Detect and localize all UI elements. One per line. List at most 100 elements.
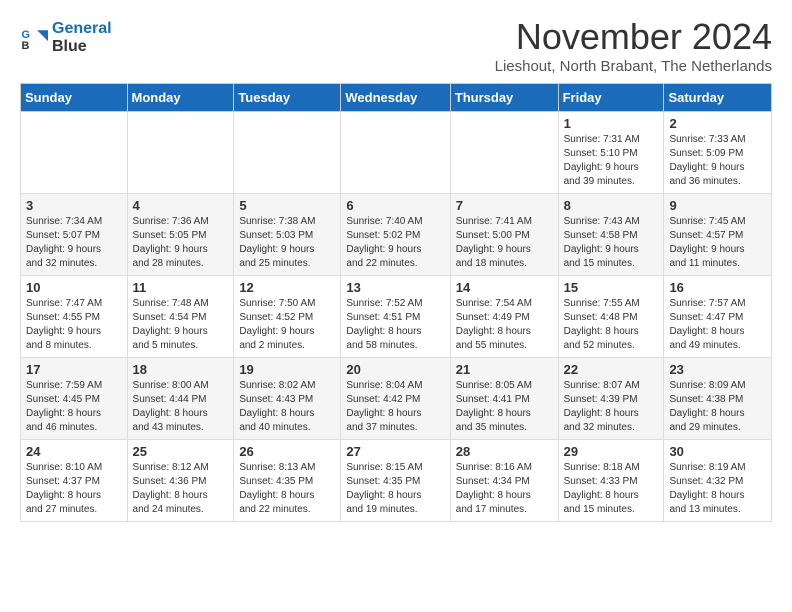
day-number: 27 — [346, 444, 444, 459]
day-number: 28 — [456, 444, 553, 459]
weekday-header-monday: Monday — [127, 84, 234, 112]
day-info: Sunrise: 7:33 AM Sunset: 5:09 PM Dayligh… — [669, 133, 766, 189]
day-number: 12 — [239, 280, 335, 295]
calendar-cell: 20 Sunrise: 8:04 AM Sunset: 4:42 PM Dayli… — [341, 358, 450, 440]
svg-text:B: B — [22, 39, 30, 51]
day-info: Sunrise: 8:05 AM Sunset: 4:41 PM Dayligh… — [456, 379, 553, 435]
day-info: Sunrise: 8:07 AM Sunset: 4:39 PM Dayligh… — [564, 379, 659, 435]
day-info: Sunrise: 8:15 AM Sunset: 4:35 PM Dayligh… — [346, 461, 444, 517]
calendar-cell: 11Sunrise: 7:48 AM Sunset: 4:54 PM Dayli… — [127, 276, 234, 358]
day-number: 8 — [564, 198, 659, 213]
day-info: Sunrise: 8:12 AM Sunset: 4:36 PM Dayligh… — [133, 461, 229, 517]
logo-line1: General — [52, 20, 112, 38]
calendar-cell: 4 Sunrise: 7:36 AM Sunset: 5:05 PM Daylig… — [127, 194, 234, 276]
day-info: Sunrise: 8:00 AM Sunset: 4:44 PM Dayligh… — [133, 379, 229, 435]
calendar-week-row: 17 Sunrise: 7:59 AM Sunset: 4:45 PM Dayli… — [21, 358, 772, 440]
day-number: 21 — [456, 362, 553, 377]
weekday-header-tuesday: Tuesday — [234, 84, 341, 112]
calendar-cell: 15 Sunrise: 7:55 AM Sunset: 4:48 PM Dayli… — [558, 276, 664, 358]
day-info: Sunrise: 7:41 AM Sunset: 5:00 PM Dayligh… — [456, 215, 553, 271]
calendar-cell: 17 Sunrise: 7:59 AM Sunset: 4:45 PM Dayli… — [21, 358, 128, 440]
calendar-cell: 8 Sunrise: 7:43 AM Sunset: 4:58 PM Daylig… — [558, 194, 664, 276]
day-info: Sunrise: 7:54 AM Sunset: 4:49 PM Dayligh… — [456, 297, 553, 353]
day-info: Sunrise: 8:10 AM Sunset: 4:37 PM Dayligh… — [26, 461, 122, 517]
calendar-cell: 22 Sunrise: 8:07 AM Sunset: 4:39 PM Dayli… — [558, 358, 664, 440]
calendar-cell: 21 Sunrise: 8:05 AM Sunset: 4:41 PM Dayli… — [450, 358, 558, 440]
day-number: 5 — [239, 198, 335, 213]
calendar-cell: 27 Sunrise: 8:15 AM Sunset: 4:35 PM Dayli… — [341, 440, 450, 522]
day-number: 19 — [239, 362, 335, 377]
calendar-cell: 7 Sunrise: 7:41 AM Sunset: 5:00 PM Daylig… — [450, 194, 558, 276]
calendar-cell: 14 Sunrise: 7:54 AM Sunset: 4:49 PM Dayli… — [450, 276, 558, 358]
calendar-cell: 13Sunrise: 7:52 AM Sunset: 4:51 PM Dayli… — [341, 276, 450, 358]
weekday-header-thursday: Thursday — [450, 84, 558, 112]
logo: G B General Blue — [20, 20, 112, 55]
day-info: Sunrise: 7:59 AM Sunset: 4:45 PM Dayligh… — [26, 379, 122, 435]
day-number: 18 — [133, 362, 229, 377]
calendar-cell: 23Sunrise: 8:09 AM Sunset: 4:38 PM Dayli… — [664, 358, 772, 440]
day-info: Sunrise: 7:36 AM Sunset: 5:05 PM Dayligh… — [133, 215, 229, 271]
weekday-header-wednesday: Wednesday — [341, 84, 450, 112]
day-number: 25 — [133, 444, 229, 459]
day-info: Sunrise: 7:47 AM Sunset: 4:55 PM Dayligh… — [26, 297, 122, 353]
day-info: Sunrise: 8:09 AM Sunset: 4:38 PM Dayligh… — [669, 379, 766, 435]
calendar-cell: 6 Sunrise: 7:40 AM Sunset: 5:02 PM Daylig… — [341, 194, 450, 276]
day-info: Sunrise: 7:57 AM Sunset: 4:47 PM Dayligh… — [669, 297, 766, 353]
day-number: 3 — [26, 198, 122, 213]
day-number: 2 — [669, 116, 766, 131]
calendar-cell — [341, 112, 450, 194]
weekday-header-row: SundayMondayTuesdayWednesdayThursdayFrid… — [21, 84, 772, 112]
day-info: Sunrise: 8:16 AM Sunset: 4:34 PM Dayligh… — [456, 461, 553, 517]
calendar-week-row: 1Sunrise: 7:31 AM Sunset: 5:10 PM Daylig… — [21, 112, 772, 194]
day-number: 11 — [133, 280, 229, 295]
day-number: 7 — [456, 198, 553, 213]
calendar-week-row: 24 Sunrise: 8:10 AM Sunset: 4:37 PM Dayli… — [21, 440, 772, 522]
calendar-week-row: 10Sunrise: 7:47 AM Sunset: 4:55 PM Dayli… — [21, 276, 772, 358]
day-info: Sunrise: 7:43 AM Sunset: 4:58 PM Dayligh… — [564, 215, 659, 271]
day-info: Sunrise: 7:55 AM Sunset: 4:48 PM Dayligh… — [564, 297, 659, 353]
location-subtitle: Lieshout, North Brabant, The Netherlands — [495, 58, 772, 75]
month-title: November 2024 — [495, 16, 772, 58]
calendar-cell: 16Sunrise: 7:57 AM Sunset: 4:47 PM Dayli… — [664, 276, 772, 358]
calendar-cell: 28 Sunrise: 8:16 AM Sunset: 4:34 PM Dayli… — [450, 440, 558, 522]
day-info: Sunrise: 7:38 AM Sunset: 5:03 PM Dayligh… — [239, 215, 335, 271]
calendar-cell: 19Sunrise: 8:02 AM Sunset: 4:43 PM Dayli… — [234, 358, 341, 440]
day-number: 22 — [564, 362, 659, 377]
calendar-cell: 1Sunrise: 7:31 AM Sunset: 5:10 PM Daylig… — [558, 112, 664, 194]
day-number: 13 — [346, 280, 444, 295]
day-number: 20 — [346, 362, 444, 377]
weekday-header-friday: Friday — [558, 84, 664, 112]
day-number: 4 — [133, 198, 229, 213]
day-number: 1 — [564, 116, 659, 131]
title-area: November 2024 Lieshout, North Brabant, T… — [495, 16, 772, 75]
calendar-table: SundayMondayTuesdayWednesdayThursdayFrid… — [20, 83, 772, 522]
day-info: Sunrise: 8:13 AM Sunset: 4:35 PM Dayligh… — [239, 461, 335, 517]
day-number: 15 — [564, 280, 659, 295]
day-number: 26 — [239, 444, 335, 459]
calendar-cell: 18 Sunrise: 8:00 AM Sunset: 4:44 PM Dayli… — [127, 358, 234, 440]
calendar-cell: 29Sunrise: 8:18 AM Sunset: 4:33 PM Dayli… — [558, 440, 664, 522]
logo-line2: Blue — [52, 38, 112, 56]
calendar-cell: 12 Sunrise: 7:50 AM Sunset: 4:52 PM Dayli… — [234, 276, 341, 358]
calendar-week-row: 3 Sunrise: 7:34 AM Sunset: 5:07 PM Daylig… — [21, 194, 772, 276]
day-number: 14 — [456, 280, 553, 295]
day-info: Sunrise: 8:19 AM Sunset: 4:32 PM Dayligh… — [669, 461, 766, 517]
day-number: 24 — [26, 444, 122, 459]
day-info: Sunrise: 7:50 AM Sunset: 4:52 PM Dayligh… — [239, 297, 335, 353]
day-number: 6 — [346, 198, 444, 213]
calendar-cell: 2 Sunrise: 7:33 AM Sunset: 5:09 PM Daylig… — [664, 112, 772, 194]
weekday-header-saturday: Saturday — [664, 84, 772, 112]
day-info: Sunrise: 7:34 AM Sunset: 5:07 PM Dayligh… — [26, 215, 122, 271]
calendar-cell — [234, 112, 341, 194]
calendar-cell: 5 Sunrise: 7:38 AM Sunset: 5:03 PM Daylig… — [234, 194, 341, 276]
calendar-cell: 10Sunrise: 7:47 AM Sunset: 4:55 PM Dayli… — [21, 276, 128, 358]
calendar-cell: 9Sunrise: 7:45 AM Sunset: 4:57 PM Daylig… — [664, 194, 772, 276]
day-number: 17 — [26, 362, 122, 377]
day-info: Sunrise: 7:45 AM Sunset: 4:57 PM Dayligh… — [669, 215, 766, 271]
calendar-cell: 24 Sunrise: 8:10 AM Sunset: 4:37 PM Dayli… — [21, 440, 128, 522]
day-info: Sunrise: 7:40 AM Sunset: 5:02 PM Dayligh… — [346, 215, 444, 271]
day-info: Sunrise: 8:04 AM Sunset: 4:42 PM Dayligh… — [346, 379, 444, 435]
day-number: 30 — [669, 444, 766, 459]
weekday-header-sunday: Sunday — [21, 84, 128, 112]
logo-icon: G B — [20, 24, 48, 52]
